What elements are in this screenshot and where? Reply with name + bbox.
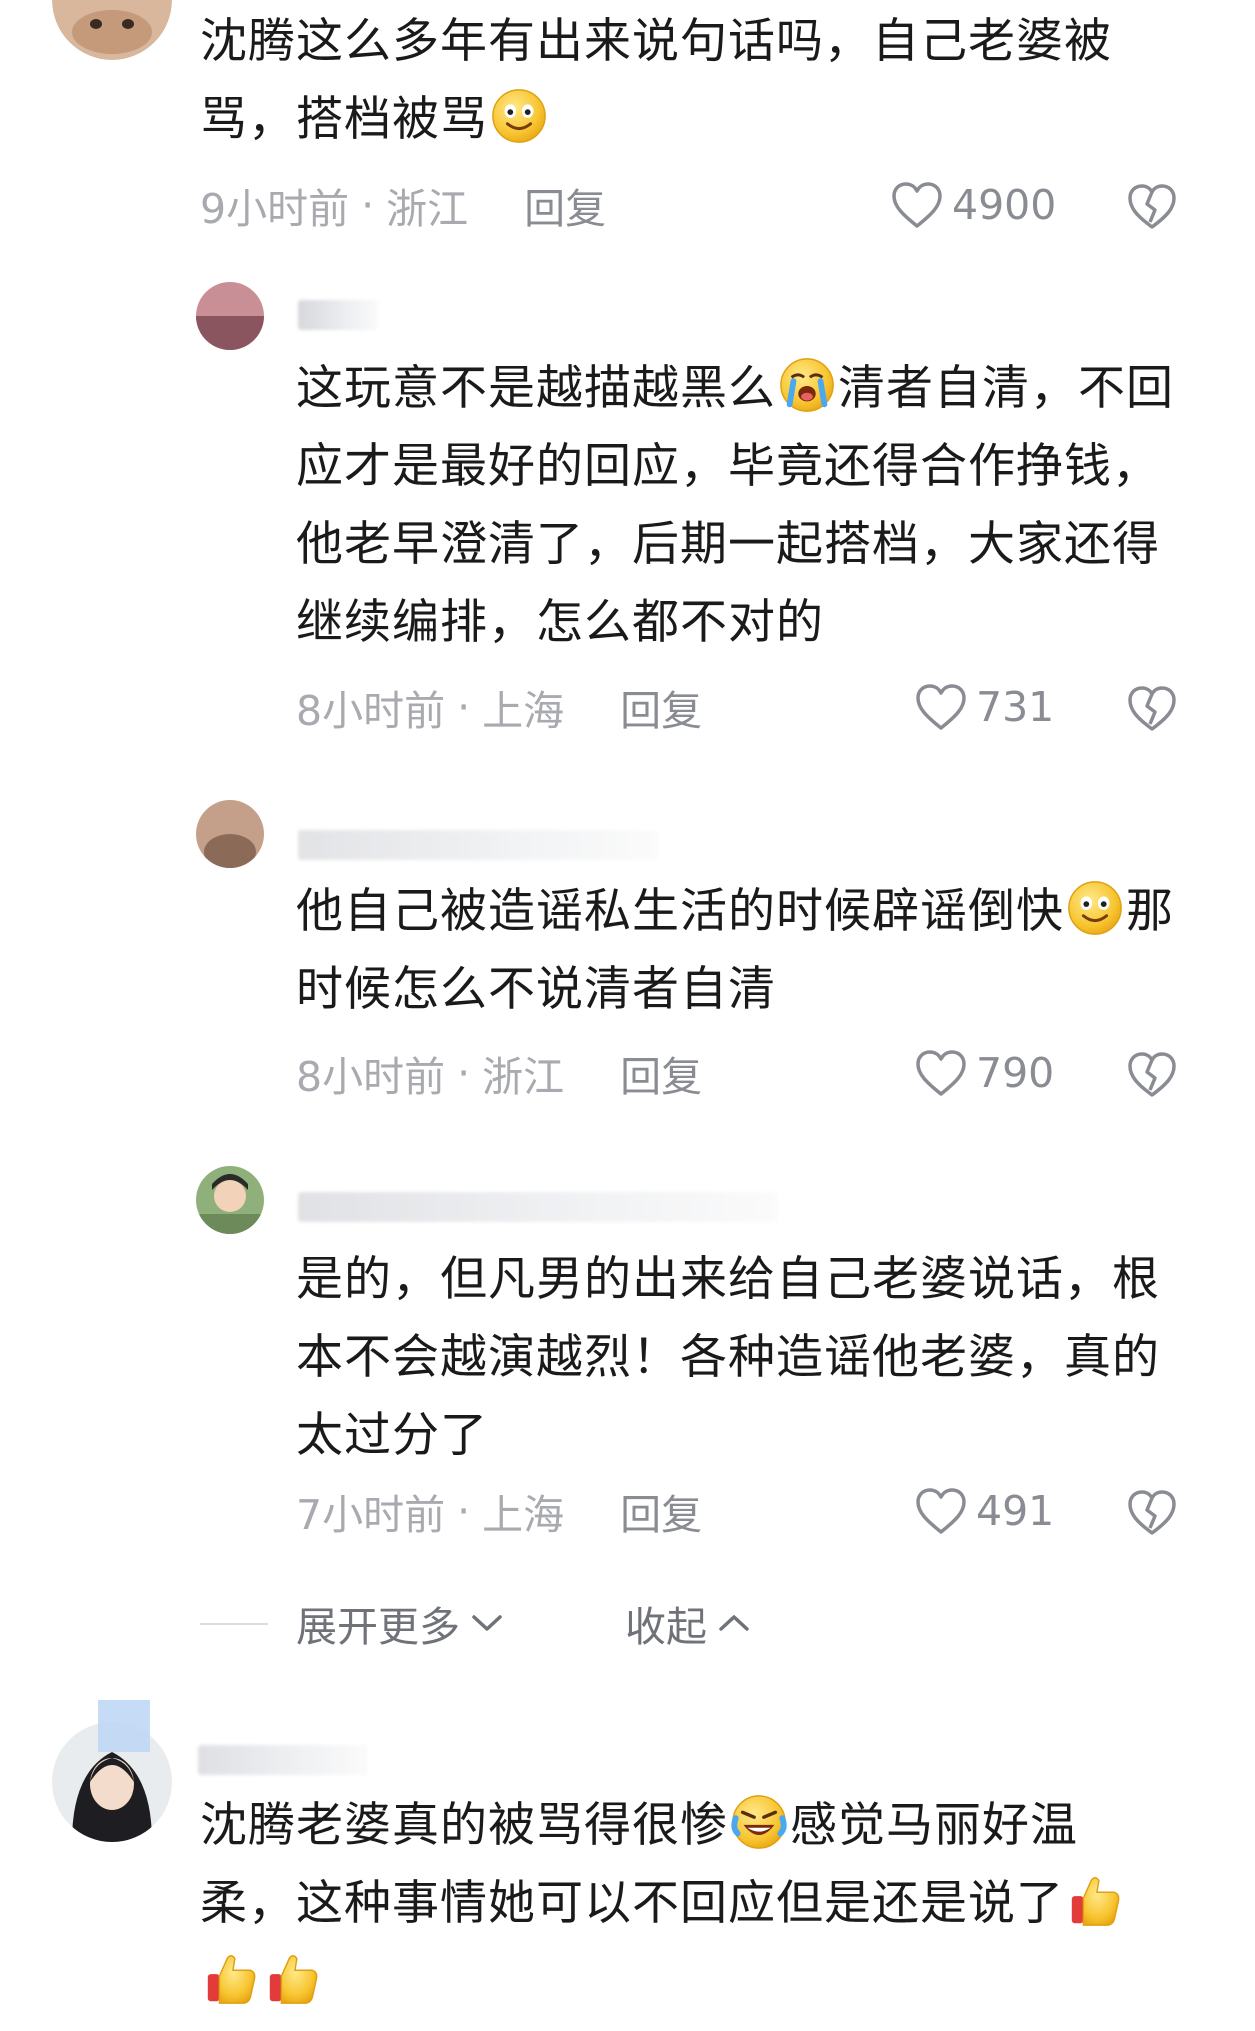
- timestamp: 9小时前: [200, 185, 350, 233]
- comment-meta: 8小时前 · 上海 回复: [296, 677, 702, 737]
- collapse-button[interactable]: 收起: [625, 1593, 751, 1653]
- comment-text: 沈腾老婆真的被骂得很惨 感觉马丽好温柔，这种事情她可以不回应但是还是说了: [200, 1787, 1160, 2021]
- thumbs-up-emoji-icon: [269, 1955, 318, 2004]
- reply-button[interactable]: 回复: [620, 677, 702, 737]
- like-count: 491: [976, 1487, 1055, 1535]
- avatar[interactable]: [196, 282, 264, 350]
- crying-laugh-emoji-icon: [731, 1795, 787, 1849]
- like-button[interactable]: 790: [914, 1043, 1054, 1103]
- comment-text-part: 沈腾老婆真的被骂得很惨: [200, 1798, 728, 1853]
- blur-patch: [98, 1700, 150, 1752]
- heart-icon: [892, 182, 942, 228]
- chevron-up-icon: [719, 1615, 749, 1631]
- reply-button[interactable]: 回复: [620, 1481, 702, 1541]
- timestamp: 8小时前: [296, 1053, 446, 1101]
- like-button[interactable]: 491: [914, 1481, 1054, 1541]
- separator-dot: ·: [457, 1487, 471, 1535]
- location: 浙江: [386, 185, 469, 233]
- comment-meta: 7小时前 · 上海 回复: [296, 1481, 702, 1541]
- username-blurred[interactable]: [198, 1745, 368, 1775]
- dislike-icon[interactable]: [1126, 682, 1178, 734]
- replies-expand-row: 展开更多 收起: [0, 1593, 1255, 1653]
- heart-icon: [916, 1050, 966, 1096]
- comment-text-part: 这玩意不是越描越黑么: [296, 361, 776, 416]
- comment-meta: 8小时前 · 浙江 回复: [296, 1043, 702, 1103]
- heart-icon: [916, 1488, 966, 1534]
- comment-text: 是的，但凡男的出来给自己老婆说话，根本不会越演越烈！各种造谣他老婆，真的太过分了: [296, 1241, 1196, 1475]
- avatar[interactable]: [196, 800, 264, 868]
- avatar[interactable]: [52, 0, 172, 60]
- expand-more-label: 展开更多: [296, 1603, 460, 1651]
- crying-emoji-icon: [780, 358, 834, 412]
- location: 上海: [482, 687, 565, 735]
- dislike-icon[interactable]: [1126, 180, 1178, 232]
- separator-dot: ·: [457, 1049, 471, 1097]
- comment-meta: 9小时前 · 浙江 回复: [200, 175, 606, 235]
- like-count: 731: [976, 683, 1055, 731]
- avatar[interactable]: [196, 1166, 264, 1234]
- comment-text-part: 是的，但凡男的出来给自己老婆说话，根本不会越演越烈！各种造谣他老婆，真的太过分了: [296, 1252, 1160, 1463]
- comment-text-part: 沈腾这么多年有出来说句话吗，自己老婆被骂，搭档被骂: [200, 14, 1112, 147]
- location: 浙江: [482, 1053, 565, 1101]
- comment-text: 沈腾这么多年有出来说句话吗，自己老婆被骂，搭档被骂: [200, 3, 1160, 159]
- timestamp: 7小时前: [296, 1491, 446, 1539]
- heart-icon: [916, 684, 966, 730]
- like-button[interactable]: 4900: [890, 175, 1056, 235]
- dislike-icon[interactable]: [1126, 1486, 1178, 1538]
- thumbs-up-emoji-icon: [1071, 1877, 1120, 1926]
- dislike-icon[interactable]: [1126, 1048, 1178, 1100]
- chevron-down-icon: [472, 1615, 502, 1631]
- like-count: 4900: [952, 181, 1057, 229]
- like-count: 790: [976, 1049, 1055, 1097]
- comment-text-part: 他自己被造谣私生活的时候辟谣倒快: [296, 884, 1064, 939]
- expand-more-button[interactable]: 展开更多: [296, 1593, 504, 1653]
- thumbs-up-emoji-icon: [207, 1955, 256, 2004]
- username-blurred[interactable]: [298, 1192, 778, 1222]
- comment-text: 这玩意不是越描越黑么 清者自清，不回应才是最好的回应，毕竟还得合作挣钱，他老早澄清…: [296, 350, 1196, 662]
- username-blurred[interactable]: [298, 300, 378, 330]
- timestamp: 8小时前: [296, 687, 446, 735]
- reply-button[interactable]: 回复: [620, 1043, 702, 1103]
- location: 上海: [482, 1491, 565, 1539]
- smile-emoji-icon: [492, 89, 546, 143]
- collapse-label: 收起: [625, 1603, 707, 1651]
- reply-button[interactable]: 回复: [524, 175, 606, 235]
- divider-line: [200, 1623, 268, 1625]
- smile-emoji-icon: [1068, 881, 1122, 935]
- separator-dot: ·: [361, 181, 375, 229]
- separator-dot: ·: [457, 683, 471, 731]
- comment-text: 他自己被造谣私生活的时候辟谣倒快 那时候怎么不说清者自清: [296, 873, 1196, 1029]
- username-blurred[interactable]: [298, 830, 658, 860]
- like-button[interactable]: 731: [914, 677, 1054, 737]
